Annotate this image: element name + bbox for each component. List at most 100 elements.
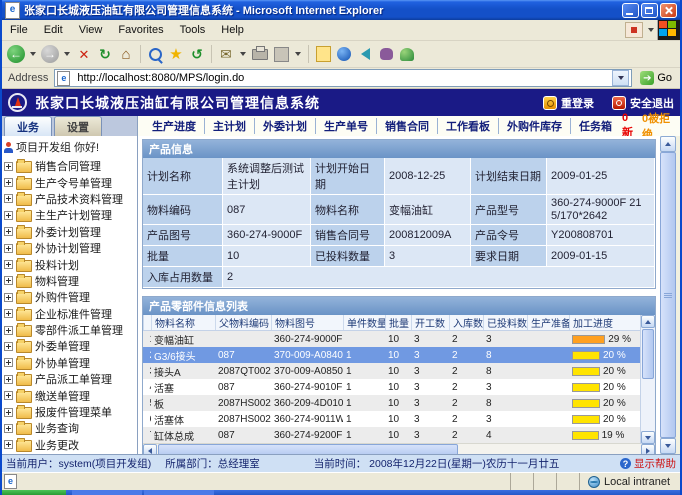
windows-taskbar[interactable] [2,490,680,495]
column-header[interactable]: 父物料编码 [215,315,271,330]
sidebar-item-scrap-menu[interactable]: 报废件管理菜单 [4,404,137,420]
expand-icon[interactable] [4,178,13,187]
column-header[interactable]: 物料图号 [271,315,343,330]
favorites-button[interactable]: ★ [166,43,186,65]
relogin-button[interactable]: 重登录 [543,95,594,111]
browser-app-button[interactable] [334,43,354,65]
sidebar-item-tech-data[interactable]: 产品技术资料管理 [4,191,137,207]
show-help-button[interactable]: ? 显示帮助 [620,456,676,471]
edit-dropdown-icon[interactable] [295,52,301,56]
expand-icon[interactable] [4,227,13,236]
menu-extra-caret-icon[interactable] [648,28,654,32]
search-button[interactable] [145,43,165,65]
sidebar-item-purchased-parts[interactable]: 外购件管理 [4,289,137,305]
expand-icon[interactable] [4,211,13,220]
nav-task-box[interactable]: 任务箱 [571,118,620,134]
column-header[interactable]: 物料名称 [151,315,215,330]
expand-icon[interactable] [4,358,13,367]
expand-icon[interactable] [4,293,13,302]
scrollbar-thumb[interactable] [660,152,676,438]
home-button[interactable]: ⌂ [116,43,136,65]
back-dropdown-icon[interactable] [30,52,36,56]
nav-production-progress[interactable]: 生产进度 [144,118,205,134]
sidebar-item-business-change[interactable]: 业务更改 [4,437,137,453]
expand-icon[interactable] [4,408,13,417]
tab-settings[interactable]: 设置 [54,116,102,136]
table-row[interactable]: 1 变幅油缸 360-274-9000F 10 3 2 3 29 % [143,331,655,347]
forward-dropdown-icon[interactable] [64,52,70,56]
table-row-selected[interactable]: 2 G3/6接头 087 370-009-A0840 1 10 3 2 8 20… [143,347,655,363]
history-button[interactable]: ↺ [187,43,207,65]
scrollbar-thumb[interactable] [158,444,458,454]
table-row[interactable]: 4 活塞 087 360-274-9010F 1 10 3 2 3 20 % [143,379,655,395]
expand-icon[interactable] [4,260,13,269]
expand-icon[interactable] [4,276,13,285]
close-button[interactable] [660,3,677,18]
refresh-button[interactable]: ↻ [95,43,115,65]
table-row[interactable]: 7 缸体总成 087 360-274-9200F 1 10 3 2 4 19 % [143,427,655,443]
sidebar-item-production-order-mgmt[interactable]: 生产令号单管理 [4,174,137,190]
menu-help[interactable]: Help [213,22,252,38]
sidebar-item-feeding-plan[interactable]: 投料计划 [4,256,137,272]
sidebar-item-sales-contract[interactable]: 销售合同管理 [4,158,137,174]
menu-tools[interactable]: Tools [172,22,214,38]
sidebar-item-outsource-order[interactable]: 外委单管理 [4,338,137,354]
menu-view[interactable]: View [71,22,111,38]
back-button[interactable]: ← [6,43,26,65]
menu-edit[interactable]: Edit [36,22,71,38]
print-button[interactable] [250,43,270,65]
minimize-button[interactable] [622,3,639,18]
nav-outsource-plan[interactable]: 外委计划 [255,118,316,134]
expand-icon[interactable] [4,375,13,384]
column-header[interactable]: 生产准备 [527,315,569,330]
scroll-right-icon[interactable] [641,444,655,454]
expand-icon[interactable] [4,326,13,335]
expand-icon[interactable] [4,194,13,203]
page-vertical-scrollbar[interactable] [660,136,676,454]
sidebar-item-material-mgmt[interactable]: 物料管理 [4,273,137,289]
sidebar-item-master-plan[interactable]: 主生产计划管理 [4,207,137,223]
nav-production-order[interactable]: 生产单号 [316,118,377,134]
sidebar-item-parts-dispatch[interactable]: 零部件派工单管理 [4,322,137,338]
logout-button[interactable]: 安全退出 [612,95,674,111]
column-header[interactable]: 加工进度 [569,315,631,330]
debug-button[interactable] [376,43,396,65]
nav-work-board[interactable]: 工作看板 [438,118,499,134]
messenger-button[interactable] [397,43,417,65]
notes-button[interactable] [313,43,333,65]
scroll-down-icon[interactable] [641,431,655,444]
column-header[interactable]: 单件数量 [343,315,385,330]
menu-favorites[interactable]: Favorites [110,22,171,38]
table-row[interactable]: 6 活塞体 2087HS002 360-274-9011W 1 10 3 2 3… [143,411,655,427]
scrollbar-thumb[interactable] [642,329,654,379]
nav-sales-contract[interactable]: 销售合同 [377,118,438,134]
go-button[interactable]: ➔ Go [635,69,677,87]
expand-icon[interactable] [4,244,13,253]
column-header[interactable]: 入库数 [449,315,483,330]
column-header[interactable]: 开工数 [411,315,449,330]
menu-extra-icon[interactable] [625,22,643,38]
mail-dropdown-icon[interactable] [240,52,246,56]
forward-button[interactable]: → [40,43,60,65]
sidebar-item-standard-parts[interactable]: 企业标准件管理 [4,306,137,322]
sidebar-item-coop-plan[interactable]: 外协计划管理 [4,240,137,256]
table-row[interactable]: 5 板 2087HS002 360-209-4D010 1 10 3 2 8 2… [143,395,655,411]
column-header[interactable]: 批量 [385,315,411,330]
start-button[interactable] [2,490,66,495]
scroll-up-icon[interactable] [641,315,655,328]
address-input[interactable] [77,72,609,85]
parts-table-horizontal-scrollbar[interactable] [143,443,655,454]
media-button[interactable] [355,43,375,65]
mail-button[interactable]: ✉ [216,43,236,65]
stop-button[interactable]: ✕ [74,43,94,65]
parts-table-vertical-scrollbar[interactable] [640,315,655,444]
table-row[interactable]: 3 接头A 2087QT002 370-009-A0850 1 10 3 2 8… [143,363,655,379]
edit-button[interactable] [271,43,291,65]
expand-icon[interactable] [4,391,13,400]
expand-icon[interactable] [4,162,13,171]
sidebar-item-outsource-plan[interactable]: 外委计划管理 [4,224,137,240]
expand-icon[interactable] [4,424,13,433]
sidebar-item-coop-order[interactable]: 外协单管理 [4,355,137,371]
sidebar-item-business-query[interactable]: 业务查询 [4,420,137,436]
menu-file[interactable]: File [2,22,36,38]
